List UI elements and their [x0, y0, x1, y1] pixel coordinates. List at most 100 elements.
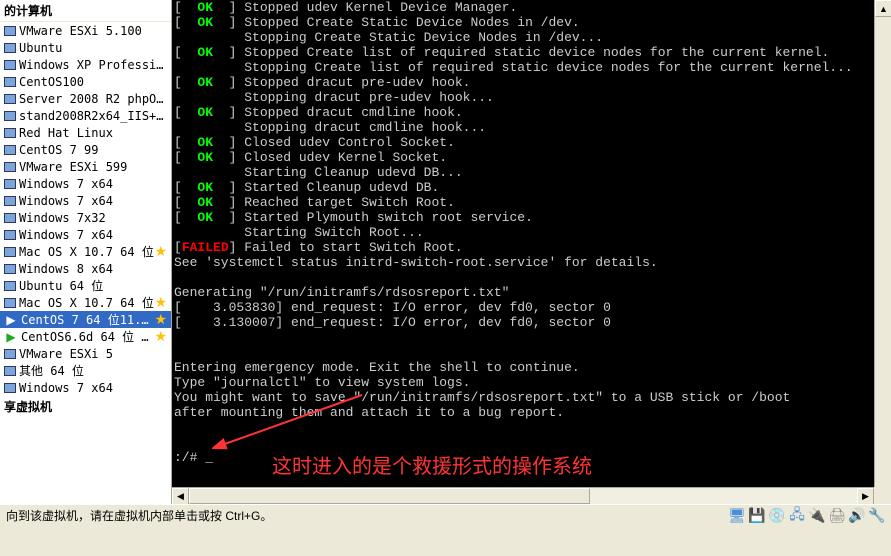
scroll-left-button[interactable]: ◀: [172, 488, 189, 504]
terminal-line: [ OK ] Stopped udev Kernel Device Manage…: [174, 0, 889, 15]
scroll-thumb[interactable]: [189, 488, 590, 504]
vm-item[interactable]: Windows XP Professional: [0, 56, 171, 73]
terminal-line: Starting Switch Root...: [174, 225, 889, 240]
star-icon: ★: [154, 311, 167, 328]
terminal-line: [FAILED] Failed to start Switch Root.: [174, 240, 889, 255]
disk-icon[interactable]: 💾: [749, 508, 765, 524]
scroll-up-button[interactable]: ▲: [875, 0, 891, 17]
vm-item[interactable]: ▶CentOS6.6d 64 位 11.128★: [0, 328, 171, 345]
vm-label: CentOS100: [19, 75, 167, 89]
vm-label: Windows 7 x64: [19, 381, 167, 395]
scrollbar-horizontal[interactable]: ◀ ▶: [172, 487, 874, 504]
vm-label: Windows 7x32: [19, 211, 167, 225]
vm-icon: [4, 60, 16, 70]
terminal-line: Stopping dracut pre-udev hook...: [174, 90, 889, 105]
vm-item[interactable]: Mac OS X 10.7 64 位★: [0, 243, 171, 260]
vm-item[interactable]: Windows 8 x64: [0, 260, 171, 277]
vm-icon: [4, 366, 16, 376]
sidebar-footer: 享虚拟机: [0, 396, 171, 417]
terminal-line: Generating "/run/initramfs/rdsosreport.t…: [174, 285, 889, 300]
star-icon: ★: [154, 294, 167, 311]
usb-icon[interactable]: 🔌: [809, 508, 825, 524]
terminal-line: :/# _: [174, 450, 889, 465]
star-icon: ★: [154, 243, 167, 260]
vm-item[interactable]: Windows 7 x64: [0, 192, 171, 209]
terminal-line: [174, 345, 889, 360]
terminal-line: [ 3.130007] end_request: I/O error, dev …: [174, 315, 889, 330]
vm-label: VMware ESXi 5.100: [19, 24, 167, 38]
status-bar: 向到该虚拟机，请在虚拟机内部单击或按 Ctrl+G。 🖥 💾 💿 🖧 🔌 🖨 🔊…: [0, 504, 891, 526]
vm-label: Server 2008 R2 phpONLY-36: [19, 92, 167, 106]
vm-label: VMware ESXi 5: [19, 347, 167, 361]
scroll-corner: [874, 487, 891, 504]
printer-icon[interactable]: 🖨: [829, 508, 845, 524]
vm-label: Windows 7 x64: [19, 194, 167, 208]
vm-item[interactable]: Windows 7x32: [0, 209, 171, 226]
network-icon[interactable]: 🖧: [789, 508, 805, 524]
terminal-line: [ OK ] Stopped dracut cmdline hook.: [174, 105, 889, 120]
vm-item[interactable]: VMware ESXi 5.100: [0, 22, 171, 39]
vm-icon: [4, 264, 16, 274]
vm-label: CentOS 7 64 位11.129: [21, 311, 154, 328]
vm-label: stand2008R2x64_IIS+PHP: [19, 109, 167, 123]
terminal-line: [ OK ] Closed udev Kernel Socket.: [174, 150, 889, 165]
scroll-right-button[interactable]: ▶: [857, 488, 874, 504]
terminal-line: Starting Cleanup udevd DB...: [174, 165, 889, 180]
vm-label: Mac OS X 10.7 64 位: [19, 294, 154, 311]
sidebar-header: 的计算机: [0, 0, 171, 22]
vm-icon: [4, 281, 16, 291]
vm-icon: [4, 179, 16, 189]
vm-label: Mac OS X 10.7 64 位: [19, 243, 154, 260]
sound-icon[interactable]: 🔊: [849, 508, 865, 524]
terminal-line: [ OK ] Closed udev Control Socket.: [174, 135, 889, 150]
terminal-area[interactable]: [ OK ] Stopped udev Kernel Device Manage…: [172, 0, 891, 504]
terminal-line: [ 3.053830] end_request: I/O error, dev …: [174, 300, 889, 315]
vm-icon: [4, 213, 16, 223]
vm-icon: [4, 94, 16, 104]
vm-item[interactable]: VMware ESXi 599: [0, 158, 171, 175]
vm-sidebar: 的计算机 VMware ESXi 5.100Ubuntu Windows XP P…: [0, 0, 172, 504]
vm-item[interactable]: stand2008R2x64_IIS+PHP: [0, 107, 171, 124]
vm-icon: [4, 26, 16, 36]
terminal-line: Stopping Create Static Device Nodes in /…: [174, 30, 889, 45]
vm-item[interactable]: Ubuntu 64 位: [0, 277, 171, 294]
vm-item[interactable]: Server 2008 R2 phpONLY-36: [0, 90, 171, 107]
vm-label: Windows XP Professional: [19, 58, 167, 72]
vm-item[interactable]: ▶CentOS 7 64 位11.129★: [0, 311, 171, 328]
terminal-line: [174, 420, 889, 435]
vm-item[interactable]: Windows 7 x64: [0, 379, 171, 396]
vm-icon: [4, 247, 16, 257]
terminal-line: Entering emergency mode. Exit the shell …: [174, 360, 889, 375]
vm-item[interactable]: VMware ESXi 5: [0, 345, 171, 362]
terminal-line: after mounting them and attach it to a b…: [174, 405, 889, 420]
vm-icon: [4, 383, 16, 393]
vm-label: Windows 8 x64: [19, 262, 167, 276]
terminal-line: Type "journalctl" to view system logs.: [174, 375, 889, 390]
vm-icon: [4, 145, 16, 155]
vm-icon: [4, 298, 16, 308]
vm-label: 其他 64 位: [19, 362, 167, 379]
vm-label: CentOS 7 99: [19, 143, 167, 157]
vm-item[interactable]: Red Hat Linux: [0, 124, 171, 141]
tools-icon[interactable]: 🔧: [869, 508, 885, 524]
vm-item[interactable]: CentOS100: [0, 73, 171, 90]
monitor-icon[interactable]: 🖥: [729, 508, 745, 524]
terminal-line: [ OK ] Reached target Switch Root.: [174, 195, 889, 210]
vm-item[interactable]: Windows 7 x64: [0, 226, 171, 243]
vm-label: VMware ESXi 599: [19, 160, 167, 174]
cd-icon[interactable]: 💿: [769, 508, 785, 524]
vm-item[interactable]: Mac OS X 10.7 64 位★: [0, 294, 171, 311]
vm-item[interactable]: CentOS 7 99: [0, 141, 171, 158]
vm-icon: [4, 196, 16, 206]
scrollbar-vertical[interactable]: ▲: [874, 0, 891, 487]
terminal-line: See 'systemctl status initrd-switch-root…: [174, 255, 889, 270]
status-text: 向到该虚拟机，请在虚拟机内部单击或按 Ctrl+G。: [6, 507, 729, 524]
vm-icon: [4, 77, 16, 87]
vm-label: Red Hat Linux: [19, 126, 167, 140]
vm-item[interactable]: Windows 7 x64: [0, 175, 171, 192]
terminal-line: [174, 270, 889, 285]
vm-icon: [4, 43, 16, 53]
vm-item[interactable]: 其他 64 位: [0, 362, 171, 379]
terminal-line: [ OK ] Started Cleanup udevd DB.: [174, 180, 889, 195]
vm-item[interactable]: Ubuntu: [0, 39, 171, 56]
